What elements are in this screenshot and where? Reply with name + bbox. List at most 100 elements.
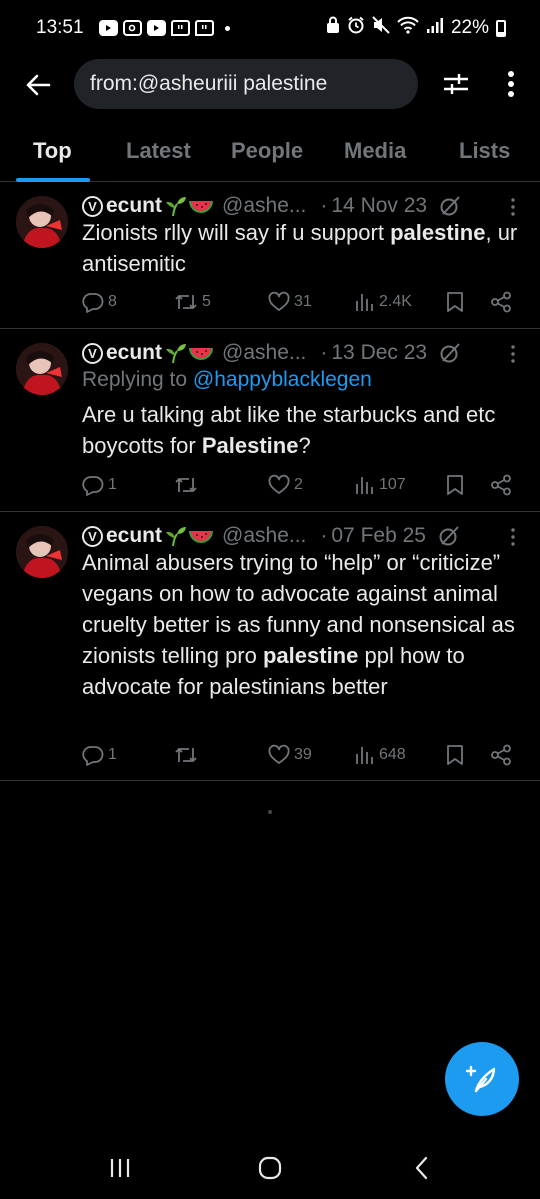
highlighted-term: palestine — [390, 220, 486, 245]
twitch-icon — [170, 20, 190, 36]
repost-button[interactable] — [174, 472, 202, 498]
more-vertical-icon — [511, 198, 515, 216]
more-vertical-icon — [508, 71, 514, 97]
reply-button[interactable]: 1 — [82, 472, 117, 498]
tweet-more-button[interactable] — [506, 526, 520, 548]
chevron-left-icon — [415, 1156, 428, 1180]
search-query: from:@asheuriii palestine — [90, 72, 328, 95]
system-navigation-bar — [0, 1134, 540, 1199]
tweet[interactable]: Vecunt @ashe... · 13 Dec 23 Replying to … — [0, 329, 540, 512]
home-button[interactable] — [255, 1154, 285, 1182]
analytics-icon — [356, 477, 373, 494]
status-right: 22% — [326, 16, 506, 40]
twitch-icon — [194, 20, 214, 36]
like-button[interactable]: 31 — [268, 289, 312, 315]
more-options-button[interactable] — [497, 68, 525, 100]
avatar[interactable] — [16, 196, 68, 248]
analytics-icon — [356, 747, 373, 764]
heart-icon — [268, 744, 290, 764]
wifi-icon — [397, 16, 419, 40]
tab-lists[interactable]: Lists — [459, 138, 510, 164]
home-icon — [258, 1156, 282, 1180]
back-button[interactable] — [20, 67, 56, 103]
view-count: 2.4K — [379, 293, 412, 310]
loading-indicator — [268, 810, 272, 814]
bookmark-button[interactable] — [446, 472, 464, 498]
repost-icon — [175, 748, 197, 762]
user-handle[interactable]: @ashe... — [222, 194, 306, 218]
compose-post-button[interactable] — [445, 1042, 519, 1116]
tweet-header: Vecunt @ashe... · 13 Dec 23 — [82, 339, 461, 367]
views-button[interactable]: 107 — [355, 472, 406, 498]
reply-count: 1 — [108, 476, 117, 493]
avatar[interactable] — [16, 343, 68, 395]
grok-icon[interactable] — [438, 525, 460, 547]
tweet-header: Vecunt @ashe... · 07 Feb 25 — [82, 522, 460, 550]
heart-icon — [268, 291, 290, 311]
share-button[interactable] — [490, 289, 512, 315]
share-icon — [491, 474, 511, 496]
display-name[interactable]: Vecunt — [82, 194, 162, 218]
heart-icon — [268, 474, 290, 494]
share-icon — [491, 744, 511, 766]
notification-dot-icon — [224, 25, 230, 31]
like-button[interactable]: 2 — [268, 472, 303, 498]
avatar[interactable] — [16, 526, 68, 578]
like-count: 2 — [294, 476, 303, 493]
tweet-actions: 1 39 648 — [82, 742, 522, 768]
tab-latest[interactable]: Latest — [126, 138, 191, 164]
separator-dot: · — [320, 341, 328, 364]
repost-button[interactable]: 5 — [174, 289, 211, 315]
tweet[interactable]: Vecunt @ashe... · 14 Nov 23 Zionists rll… — [0, 182, 540, 329]
more-vertical-icon — [511, 345, 515, 363]
views-button[interactable]: 2.4K — [355, 289, 412, 315]
views-button[interactable]: 648 — [355, 742, 406, 768]
highlighted-term: Palestine — [201, 433, 299, 458]
status-bar: 13:51 22% — [0, 0, 540, 56]
tab-top[interactable]: Top — [33, 138, 72, 164]
youtube-icon — [98, 20, 118, 36]
tab-media[interactable]: Media — [344, 138, 406, 164]
system-back-button[interactable] — [407, 1154, 437, 1182]
alarm-icon — [347, 16, 365, 40]
tweet-more-button[interactable] — [506, 196, 520, 218]
bookmark-button[interactable] — [446, 289, 464, 315]
tweet-date[interactable]: 14 Nov 23 — [331, 194, 427, 218]
view-count: 648 — [379, 746, 406, 763]
reply-icon — [82, 476, 104, 496]
more-vertical-icon — [511, 528, 515, 546]
tweet-actions: 1 2 107 — [82, 472, 522, 498]
repost-count: 5 — [202, 293, 211, 310]
tweet-date[interactable]: 07 Feb 25 — [331, 524, 426, 548]
repost-icon — [175, 478, 197, 492]
tweet[interactable]: Vecunt @ashe... · 07 Feb 25 Animal abuse… — [0, 512, 540, 781]
reply-button[interactable]: 1 — [82, 742, 117, 768]
like-count: 31 — [294, 293, 312, 310]
tweet-date[interactable]: 13 Dec 23 — [331, 341, 427, 365]
like-count: 39 — [294, 746, 312, 763]
reply-icon — [82, 746, 104, 766]
recent-apps-button[interactable] — [105, 1154, 135, 1182]
repost-button[interactable] — [174, 742, 202, 768]
seedling-icon — [166, 527, 187, 547]
separator-dot: · — [320, 194, 328, 217]
reply-count: 1 — [108, 746, 117, 763]
share-icon — [491, 291, 511, 313]
tab-people[interactable]: People — [231, 138, 303, 164]
tweet-more-button[interactable] — [506, 343, 520, 365]
user-handle[interactable]: @ashe... — [222, 524, 306, 548]
grok-icon[interactable] — [439, 342, 461, 364]
display-name[interactable]: Vecunt — [82, 341, 162, 365]
share-button[interactable] — [490, 742, 512, 768]
search-input[interactable]: from:@asheuriii palestine — [74, 59, 418, 109]
name-emojis — [165, 195, 214, 217]
display-name[interactable]: Vecunt — [82, 524, 162, 548]
mention-link[interactable]: @happyblacklegen — [193, 368, 372, 391]
search-filter-button[interactable] — [440, 68, 472, 100]
bookmark-button[interactable] — [446, 742, 464, 768]
share-button[interactable] — [490, 472, 512, 498]
grok-icon[interactable] — [439, 195, 461, 217]
like-button[interactable]: 39 — [268, 742, 312, 768]
user-handle[interactable]: @ashe... — [222, 341, 306, 365]
reply-button[interactable]: 8 — [82, 289, 117, 315]
